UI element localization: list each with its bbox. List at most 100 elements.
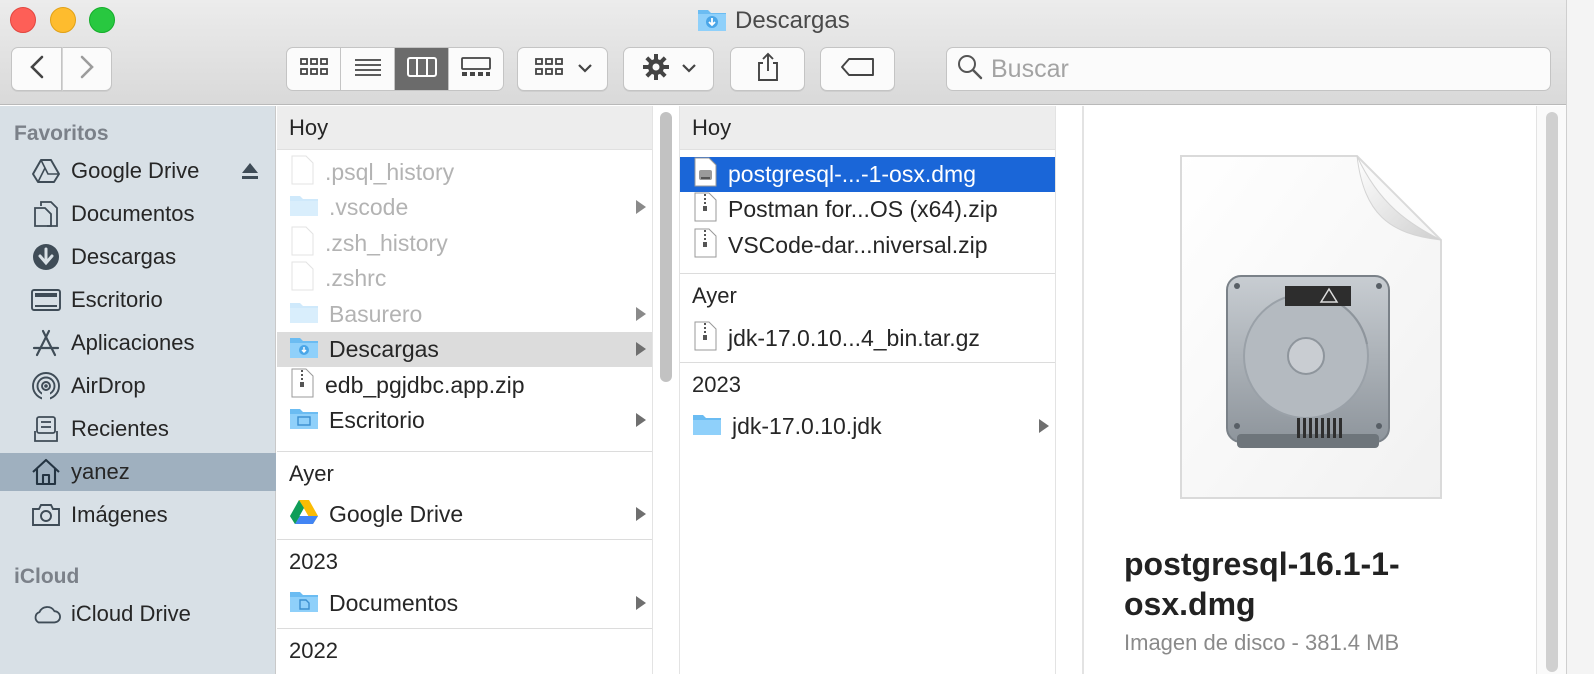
window-edge (1566, 0, 1594, 674)
group-header: Ayer (277, 452, 652, 496)
icon-view-button[interactable] (287, 48, 341, 90)
list-icon (353, 56, 383, 83)
chevron-left-icon (28, 54, 46, 85)
sidebar: Favoritos Google Drive Documentos Descar… (0, 106, 276, 674)
sidebar-item-recientes[interactable]: Recientes (0, 410, 276, 448)
sidebar-item-imagenes[interactable]: Imágenes (0, 496, 276, 534)
window-toolbar: Descargas (0, 0, 1594, 105)
group-header: 2023 (680, 363, 1055, 407)
sidebar-item-label: Google Drive (71, 158, 200, 183)
preview-scrollbar[interactable] (1536, 106, 1566, 674)
sidebar-item-escritorio[interactable]: Escritorio (0, 281, 276, 319)
zip-file-icon (692, 192, 718, 227)
grid-icon (299, 56, 329, 83)
list-item[interactable]: jdk-17.0.10...4_bin.tar.gz (680, 321, 1055, 356)
search-icon (957, 54, 983, 85)
chevron-right-icon (636, 507, 646, 521)
action-menu-button[interactable] (623, 47, 714, 91)
file-icon (289, 261, 315, 296)
sidebar-item-airdrop[interactable]: AirDrop (0, 367, 276, 405)
documents-folder-icon (289, 589, 319, 618)
gallery-view-button[interactable] (449, 48, 503, 90)
sidebar-item-label: Escritorio (71, 287, 163, 312)
search-input[interactable] (991, 54, 1531, 84)
list-item[interactable]: Escritorio (277, 403, 652, 438)
file-icon (289, 155, 315, 190)
list-item[interactable]: edb_pgjdbc.app.zip (277, 368, 652, 403)
list-item[interactable]: VSCode-dar...niversal.zip (680, 228, 1055, 263)
sidebar-item-icloud-drive[interactable]: iCloud Drive (0, 595, 276, 633)
scrollbar-thumb[interactable] (1546, 112, 1558, 672)
browser-column-descargas: Hoy postgresql-...-1-osx.dmg Postman for… (680, 106, 1055, 674)
sidebar-section-favorites: Favoritos (14, 122, 109, 145)
sidebar-item-documentos[interactable]: Documentos (0, 195, 276, 233)
list-item[interactable]: Postman for...OS (x64).zip (680, 192, 1055, 227)
group-header: Hoy (680, 106, 1055, 150)
group-header: 2023 (277, 540, 652, 584)
back-button[interactable] (11, 47, 62, 91)
search-field[interactable] (946, 47, 1551, 91)
sidebar-item-label: yanez (71, 459, 130, 484)
group-by-button[interactable] (517, 47, 608, 91)
cloud-icon (31, 599, 61, 629)
sidebar-item-label: iCloud Drive (71, 601, 191, 626)
list-item[interactable]: .zshrc (277, 261, 652, 296)
share-button[interactable] (730, 47, 805, 91)
group-grid-icon (534, 56, 564, 83)
columns-icon (406, 56, 438, 83)
sidebar-item-label: Descargas (71, 244, 177, 269)
gear-icon (642, 53, 670, 86)
sidebar-item-aplicaciones[interactable]: Aplicaciones (0, 324, 276, 362)
eject-icon[interactable] (240, 161, 260, 186)
list-item[interactable]: Basurero (277, 297, 652, 332)
minimize-window-button[interactable] (50, 7, 76, 33)
zoom-window-button[interactable] (89, 7, 115, 33)
list-item[interactable]: Descargas (277, 332, 652, 367)
sidebar-item-label: Aplicaciones (71, 330, 195, 355)
share-icon (755, 52, 781, 87)
zip-file-icon (289, 368, 315, 403)
chevron-down-icon (577, 60, 592, 78)
column-scrollbar[interactable] (1055, 106, 1083, 674)
list-view-button[interactable] (341, 48, 395, 90)
list-item[interactable]: .psql_history (277, 155, 652, 190)
chevron-right-icon (636, 413, 646, 427)
desktop-folder-icon (289, 406, 319, 435)
tags-button[interactable] (820, 47, 895, 91)
scrollbar-thumb[interactable] (660, 112, 672, 382)
document-icon (31, 199, 61, 229)
download-icon (31, 242, 61, 272)
view-mode-control (286, 47, 504, 91)
group-header: 2022 (277, 629, 652, 673)
list-item[interactable]: postgresql-...-1-osx.dmg (680, 157, 1055, 192)
list-item[interactable]: Google Drive (277, 497, 652, 532)
browser-column-home: Hoy .psql_history .vscode .zsh_history .… (277, 106, 652, 674)
chevron-right-icon (636, 200, 646, 214)
chevron-right-icon (636, 596, 646, 610)
disk-image-icon (1179, 154, 1444, 505)
home-icon (31, 457, 61, 487)
forward-button[interactable] (62, 47, 112, 91)
zip-file-icon (692, 228, 718, 263)
google-drive-icon (289, 499, 319, 530)
sidebar-item-descargas[interactable]: Descargas (0, 238, 276, 276)
sidebar-item-yanez[interactable]: yanez (0, 453, 276, 491)
gallery-icon (460, 56, 492, 83)
list-item[interactable]: .vscode (277, 190, 652, 225)
list-item[interactable]: Documentos (277, 586, 652, 621)
column-view-button[interactable] (395, 48, 449, 90)
chevron-down-icon (681, 60, 696, 78)
chevron-right-icon (636, 307, 646, 321)
applications-icon (31, 328, 61, 358)
sidebar-item-google-drive[interactable]: Google Drive (0, 152, 276, 190)
sidebar-item-label: Documentos (71, 201, 195, 226)
list-item[interactable]: jdk-17.0.10.jdk (680, 409, 1055, 444)
column-scrollbar[interactable] (652, 106, 680, 674)
close-window-button[interactable] (10, 7, 36, 33)
sidebar-item-label: Recientes (71, 416, 169, 441)
preview-file-name: postgresql-16.1-1-osx.dmg (1124, 546, 1400, 622)
archive-file-icon (692, 321, 718, 356)
list-item[interactable]: .zsh_history (277, 226, 652, 261)
sidebar-section-icloud: iCloud (14, 565, 80, 588)
desktop-icon (31, 285, 61, 315)
